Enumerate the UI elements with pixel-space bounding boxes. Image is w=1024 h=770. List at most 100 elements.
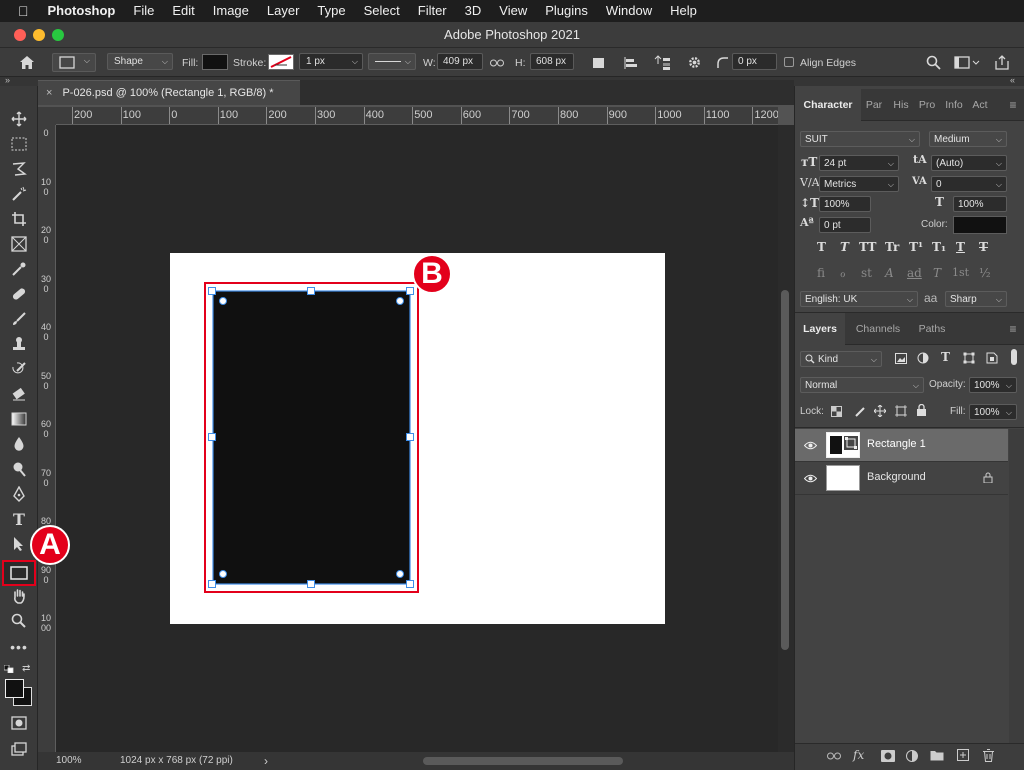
- menu-image[interactable]: Image: [204, 0, 258, 22]
- marquee-tool-icon[interactable]: [6, 133, 32, 155]
- transform-handle[interactable]: [307, 287, 315, 295]
- document-tab[interactable]: × P-026.psd @ 100% (Rectangle 1, RGB/8) …: [38, 80, 300, 105]
- corner-radius-widget[interactable]: [396, 570, 404, 578]
- stroke-width-field[interactable]: 1 px ⌵: [299, 53, 363, 70]
- filter-adjustment-icon[interactable]: [917, 352, 929, 367]
- swap-colors-icon[interactable]: ⇄: [22, 663, 30, 674]
- lock-all-icon[interactable]: [916, 403, 927, 419]
- layer-row-background[interactable]: Background: [795, 462, 1008, 494]
- text-color-swatch[interactable]: [953, 216, 1007, 234]
- tab-info[interactable]: Info: [942, 89, 966, 121]
- tracking-field[interactable]: 0 ⌵: [931, 176, 1007, 192]
- crop-tool-icon[interactable]: [6, 208, 32, 230]
- ligatures-icon[interactable]: fi: [817, 266, 825, 280]
- antialias-select[interactable]: Sharp ⌵: [945, 291, 1007, 307]
- menu-window[interactable]: Window: [597, 0, 661, 22]
- menu-3d[interactable]: 3D: [456, 0, 491, 22]
- lock-transparent-icon[interactable]: [831, 406, 842, 420]
- menu-plugins[interactable]: Plugins: [536, 0, 597, 22]
- status-menu-arrow[interactable]: ›: [264, 754, 268, 768]
- path-arrangement-icon[interactable]: [654, 53, 672, 72]
- transform-handle[interactable]: [208, 580, 216, 588]
- strikethrough-icon[interactable]: T: [979, 240, 988, 254]
- menu-filter[interactable]: Filter: [409, 0, 456, 22]
- tab-paths[interactable]: Paths: [911, 313, 953, 345]
- corner-radius-widget[interactable]: [219, 297, 227, 305]
- filter-smart-object-icon[interactable]: [986, 352, 998, 367]
- fractions-icon[interactable]: ½: [979, 266, 991, 280]
- quick-mask-icon[interactable]: [6, 712, 32, 734]
- horizontal-ruler[interactable]: 200 100 0 100 200 300 400 500 600 700 800 900 1000 11…: [56, 107, 778, 125]
- canvas-workspace[interactable]: [56, 125, 778, 752]
- layer-row-rectangle-1[interactable]: Rectangle 1: [795, 429, 1008, 461]
- filter-shape-icon[interactable]: [963, 352, 975, 367]
- scrollbar-thumb[interactable]: [781, 290, 789, 650]
- lock-artboard-icon[interactable]: [895, 405, 907, 420]
- faux-bold-icon[interactable]: T: [817, 240, 826, 254]
- layer-filter-select[interactable]: Kind ⌵: [800, 351, 882, 367]
- ruler-origin[interactable]: [38, 107, 56, 125]
- blend-mode-select[interactable]: Normal ⌵: [800, 377, 924, 393]
- opacity-field[interactable]: 100% ⌵: [969, 377, 1017, 393]
- zoom-tool-icon[interactable]: [6, 610, 32, 632]
- ordinals-icon[interactable]: 1st: [952, 266, 969, 279]
- transform-handle[interactable]: [406, 287, 414, 295]
- transform-handle[interactable]: [208, 433, 216, 441]
- tab-paragraph[interactable]: Par: [863, 89, 885, 121]
- discretionary-ligatures-icon[interactable]: st: [861, 266, 872, 280]
- layer-style-icon[interactable]: fx: [853, 748, 864, 762]
- underline-icon[interactable]: T: [956, 240, 965, 254]
- menu-layer[interactable]: Layer: [258, 0, 309, 22]
- eyedropper-tool-icon[interactable]: [6, 258, 32, 280]
- tab-channels[interactable]: Channels: [848, 313, 908, 345]
- tab-character[interactable]: Character: [795, 89, 861, 121]
- horizontal-scale-field[interactable]: 100%: [953, 196, 1007, 212]
- visibility-eye-icon[interactable]: [799, 462, 821, 494]
- stylistic-alternates-icon[interactable]: ad: [907, 266, 922, 280]
- close-document-icon[interactable]: ×: [46, 87, 52, 99]
- tab-history[interactable]: His: [890, 89, 912, 121]
- move-tool-icon[interactable]: [6, 108, 32, 130]
- tab-actions[interactable]: Act: [969, 89, 991, 121]
- titling-alternates-icon[interactable]: T: [933, 266, 941, 280]
- lock-pixels-icon[interactable]: [854, 405, 866, 420]
- eraser-tool-icon[interactable]: [6, 383, 32, 405]
- add-mask-icon[interactable]: [881, 750, 895, 765]
- kerning-field[interactable]: Metrics ⌵: [819, 176, 899, 192]
- filter-toggle-switch[interactable]: [1011, 349, 1017, 365]
- new-layer-icon[interactable]: [957, 749, 969, 764]
- menu-select[interactable]: Select: [355, 0, 409, 22]
- dodge-tool-icon[interactable]: [6, 458, 32, 480]
- baseline-shift-field[interactable]: 0 pt: [819, 217, 871, 233]
- path-selection-tool-icon[interactable]: [6, 533, 32, 555]
- gear-icon[interactable]: [687, 53, 702, 72]
- new-adjustment-layer-icon[interactable]: [906, 750, 918, 765]
- superscript-icon[interactable]: T¹: [909, 240, 923, 254]
- hand-tool-icon[interactable]: [6, 585, 32, 607]
- filter-pixel-icon[interactable]: [895, 353, 907, 367]
- fill-field[interactable]: 100% ⌵: [969, 404, 1017, 420]
- workspace-switcher-icon[interactable]: [954, 53, 980, 72]
- link-dimensions-icon[interactable]: [490, 53, 504, 72]
- blur-tool-icon[interactable]: [6, 433, 32, 455]
- home-icon[interactable]: [14, 53, 40, 72]
- menu-edit[interactable]: Edit: [163, 0, 203, 22]
- tab-properties[interactable]: Pro: [916, 89, 938, 121]
- menu-photoshop[interactable]: Photoshop: [39, 0, 125, 22]
- font-family-select[interactable]: SUIT ⌵: [800, 131, 920, 147]
- width-field[interactable]: 409 px: [437, 53, 483, 70]
- font-size-field[interactable]: 24 pt ⌵: [819, 155, 899, 171]
- tab-layers[interactable]: Layers: [795, 313, 845, 345]
- default-colors-icon[interactable]: [3, 664, 14, 674]
- horizontal-scrollbar-thumb[interactable]: [423, 757, 623, 765]
- gradient-tool-icon[interactable]: [6, 408, 32, 430]
- search-icon[interactable]: [926, 53, 941, 72]
- filter-type-icon[interactable]: T: [941, 350, 950, 364]
- vertical-scale-field[interactable]: 100%: [819, 196, 871, 212]
- menu-type[interactable]: Type: [308, 0, 354, 22]
- frame-tool-icon[interactable]: [6, 233, 32, 255]
- lock-position-icon[interactable]: [873, 404, 887, 420]
- path-alignment-icon[interactable]: [623, 53, 639, 72]
- pen-tool-icon[interactable]: [6, 483, 32, 505]
- panel-menu-icon[interactable]: ≡: [1005, 89, 1021, 121]
